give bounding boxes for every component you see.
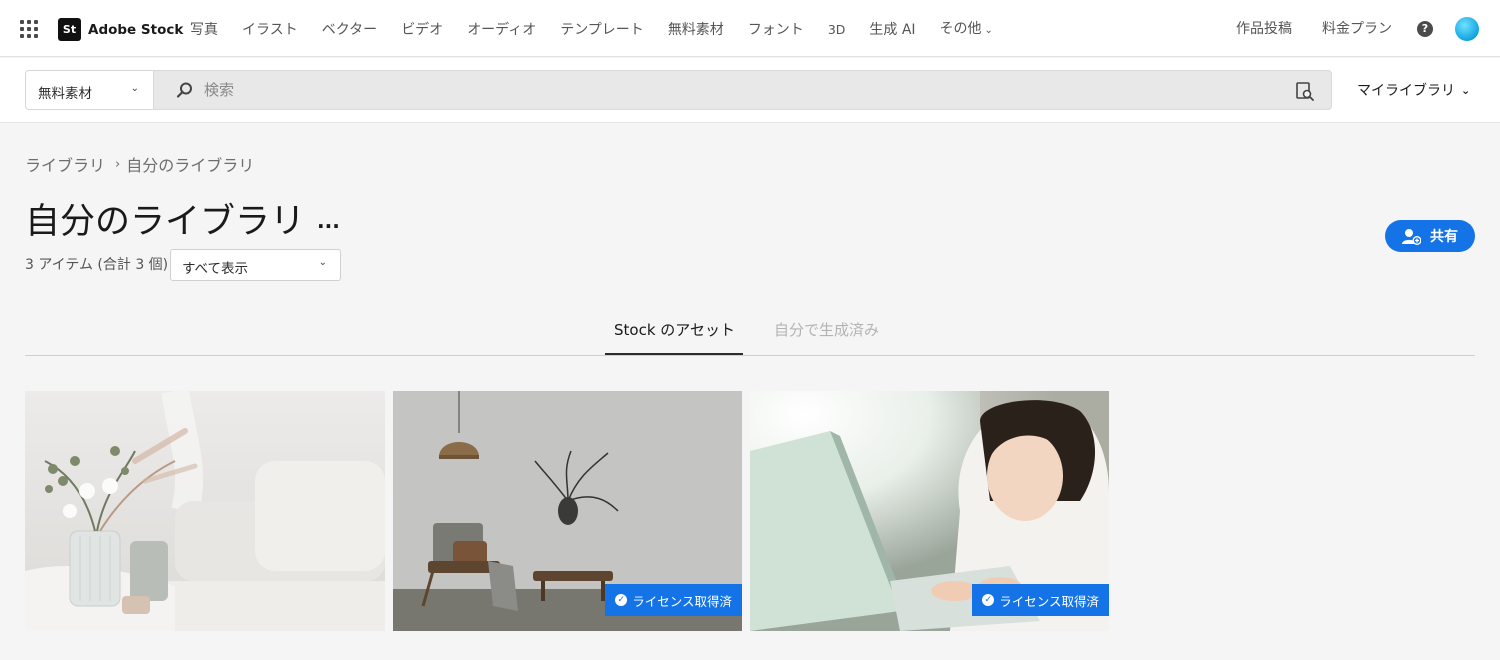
search-box <box>153 70 1332 110</box>
filter-select-label: すべて表示 <box>182 261 249 277</box>
tab-generated[interactable]: 自分で生成済み <box>774 319 879 340</box>
nav-more-label: その他 <box>939 21 982 37</box>
my-library-menu[interactable]: マイライブラリ ⌄ <box>1357 80 1470 100</box>
app-switcher-icon[interactable] <box>20 20 38 38</box>
main-nav: 写真 イラスト ベクター ビデオ オーディオ テンプレート 無料素材 フォント … <box>190 19 1017 41</box>
asset-card[interactable] <box>25 391 385 631</box>
visual-search-icon[interactable] <box>1295 81 1315 101</box>
license-badge-label: ライセンス取得済 <box>632 593 732 609</box>
share-button[interactable]: 共有 <box>1385 220 1475 252</box>
right-nav: 作品投稿 料金プラン <box>1206 19 1392 39</box>
top-navigation-bar: St Adobe Stock 写真 イラスト ベクター ビデオ オーディオ テン… <box>0 0 1500 57</box>
avatar[interactable] <box>1455 17 1479 41</box>
adobe-stock-logo[interactable]: St Adobe Stock <box>58 18 183 41</box>
item-count: 3 アイテム (合計 3 個) <box>25 257 169 273</box>
asset-card[interactable]: ✓ ライセンス取得済 <box>750 391 1109 631</box>
nav-vectors[interactable]: ベクター <box>322 20 377 40</box>
nav-pricing[interactable]: 料金プラン <box>1322 19 1392 39</box>
chevron-down-icon: ⌄ <box>984 25 993 36</box>
breadcrumb-library[interactable]: ライブラリ <box>25 152 105 176</box>
checkmark-icon: ✓ <box>615 594 628 606</box>
asset-tabs: Stock のアセット 自分で生成済み <box>25 310 1475 356</box>
nav-photos[interactable]: 写真 <box>190 20 218 40</box>
my-library-label: マイライブラリ <box>1357 83 1455 99</box>
nav-free[interactable]: 無料素材 <box>668 20 724 40</box>
category-select[interactable]: 無料素材 ⌄ <box>25 70 154 110</box>
tab-stock-assets[interactable]: Stock のアセット <box>605 319 743 355</box>
asset-image <box>25 391 385 631</box>
stock-logo-icon: St <box>58 18 81 41</box>
more-options-icon[interactable]: ... <box>317 209 340 233</box>
chevron-down-icon: ⌄ <box>1461 83 1471 97</box>
chevron-down-icon: ⌄ <box>318 257 327 268</box>
nav-audio[interactable]: オーディオ <box>467 20 536 40</box>
help-icon[interactable]: ? <box>1417 21 1433 37</box>
chevron-down-icon: ⌄ <box>130 83 139 94</box>
add-user-icon <box>1402 228 1421 245</box>
share-button-label: 共有 <box>1430 229 1458 245</box>
asset-card[interactable]: ✓ ライセンス取得済 <box>393 391 742 631</box>
breadcrumb-my-library[interactable]: 自分のライブラリ <box>126 152 254 176</box>
search-row: 無料素材 ⌄ マイライブラリ ⌄ <box>0 58 1500 123</box>
checkmark-icon: ✓ <box>982 594 995 606</box>
filter-select[interactable]: すべて表示 ⌄ <box>170 249 341 281</box>
license-badge: ✓ ライセンス取得済 <box>605 584 742 616</box>
nav-illustrations[interactable]: イラスト <box>242 20 298 40</box>
search-input[interactable] <box>204 79 1254 101</box>
logo-text: Adobe Stock <box>88 21 184 38</box>
nav-templates[interactable]: テンプレート <box>560 20 644 40</box>
license-badge-label: ライセンス取得済 <box>999 593 1099 609</box>
nav-more[interactable]: その他 ⌄ <box>940 19 993 41</box>
category-select-label: 無料素材 <box>38 86 92 102</box>
nav-generative-ai[interactable]: 生成 AI <box>869 20 915 40</box>
license-badge: ✓ ライセンス取得済 <box>972 584 1109 616</box>
search-icon <box>176 82 192 98</box>
page-title: 自分のライブラリ ... <box>25 193 340 244</box>
nav-fonts[interactable]: フォント <box>748 20 804 40</box>
chevron-right-icon: › <box>115 156 121 172</box>
nav-contribute[interactable]: 作品投稿 <box>1236 19 1292 39</box>
nav-videos[interactable]: ビデオ <box>401 20 443 40</box>
breadcrumb: ライブラリ › 自分のライブラリ <box>25 152 254 176</box>
page-title-text: 自分のライブラリ <box>25 202 306 242</box>
nav-3d[interactable]: 3D <box>828 20 846 40</box>
